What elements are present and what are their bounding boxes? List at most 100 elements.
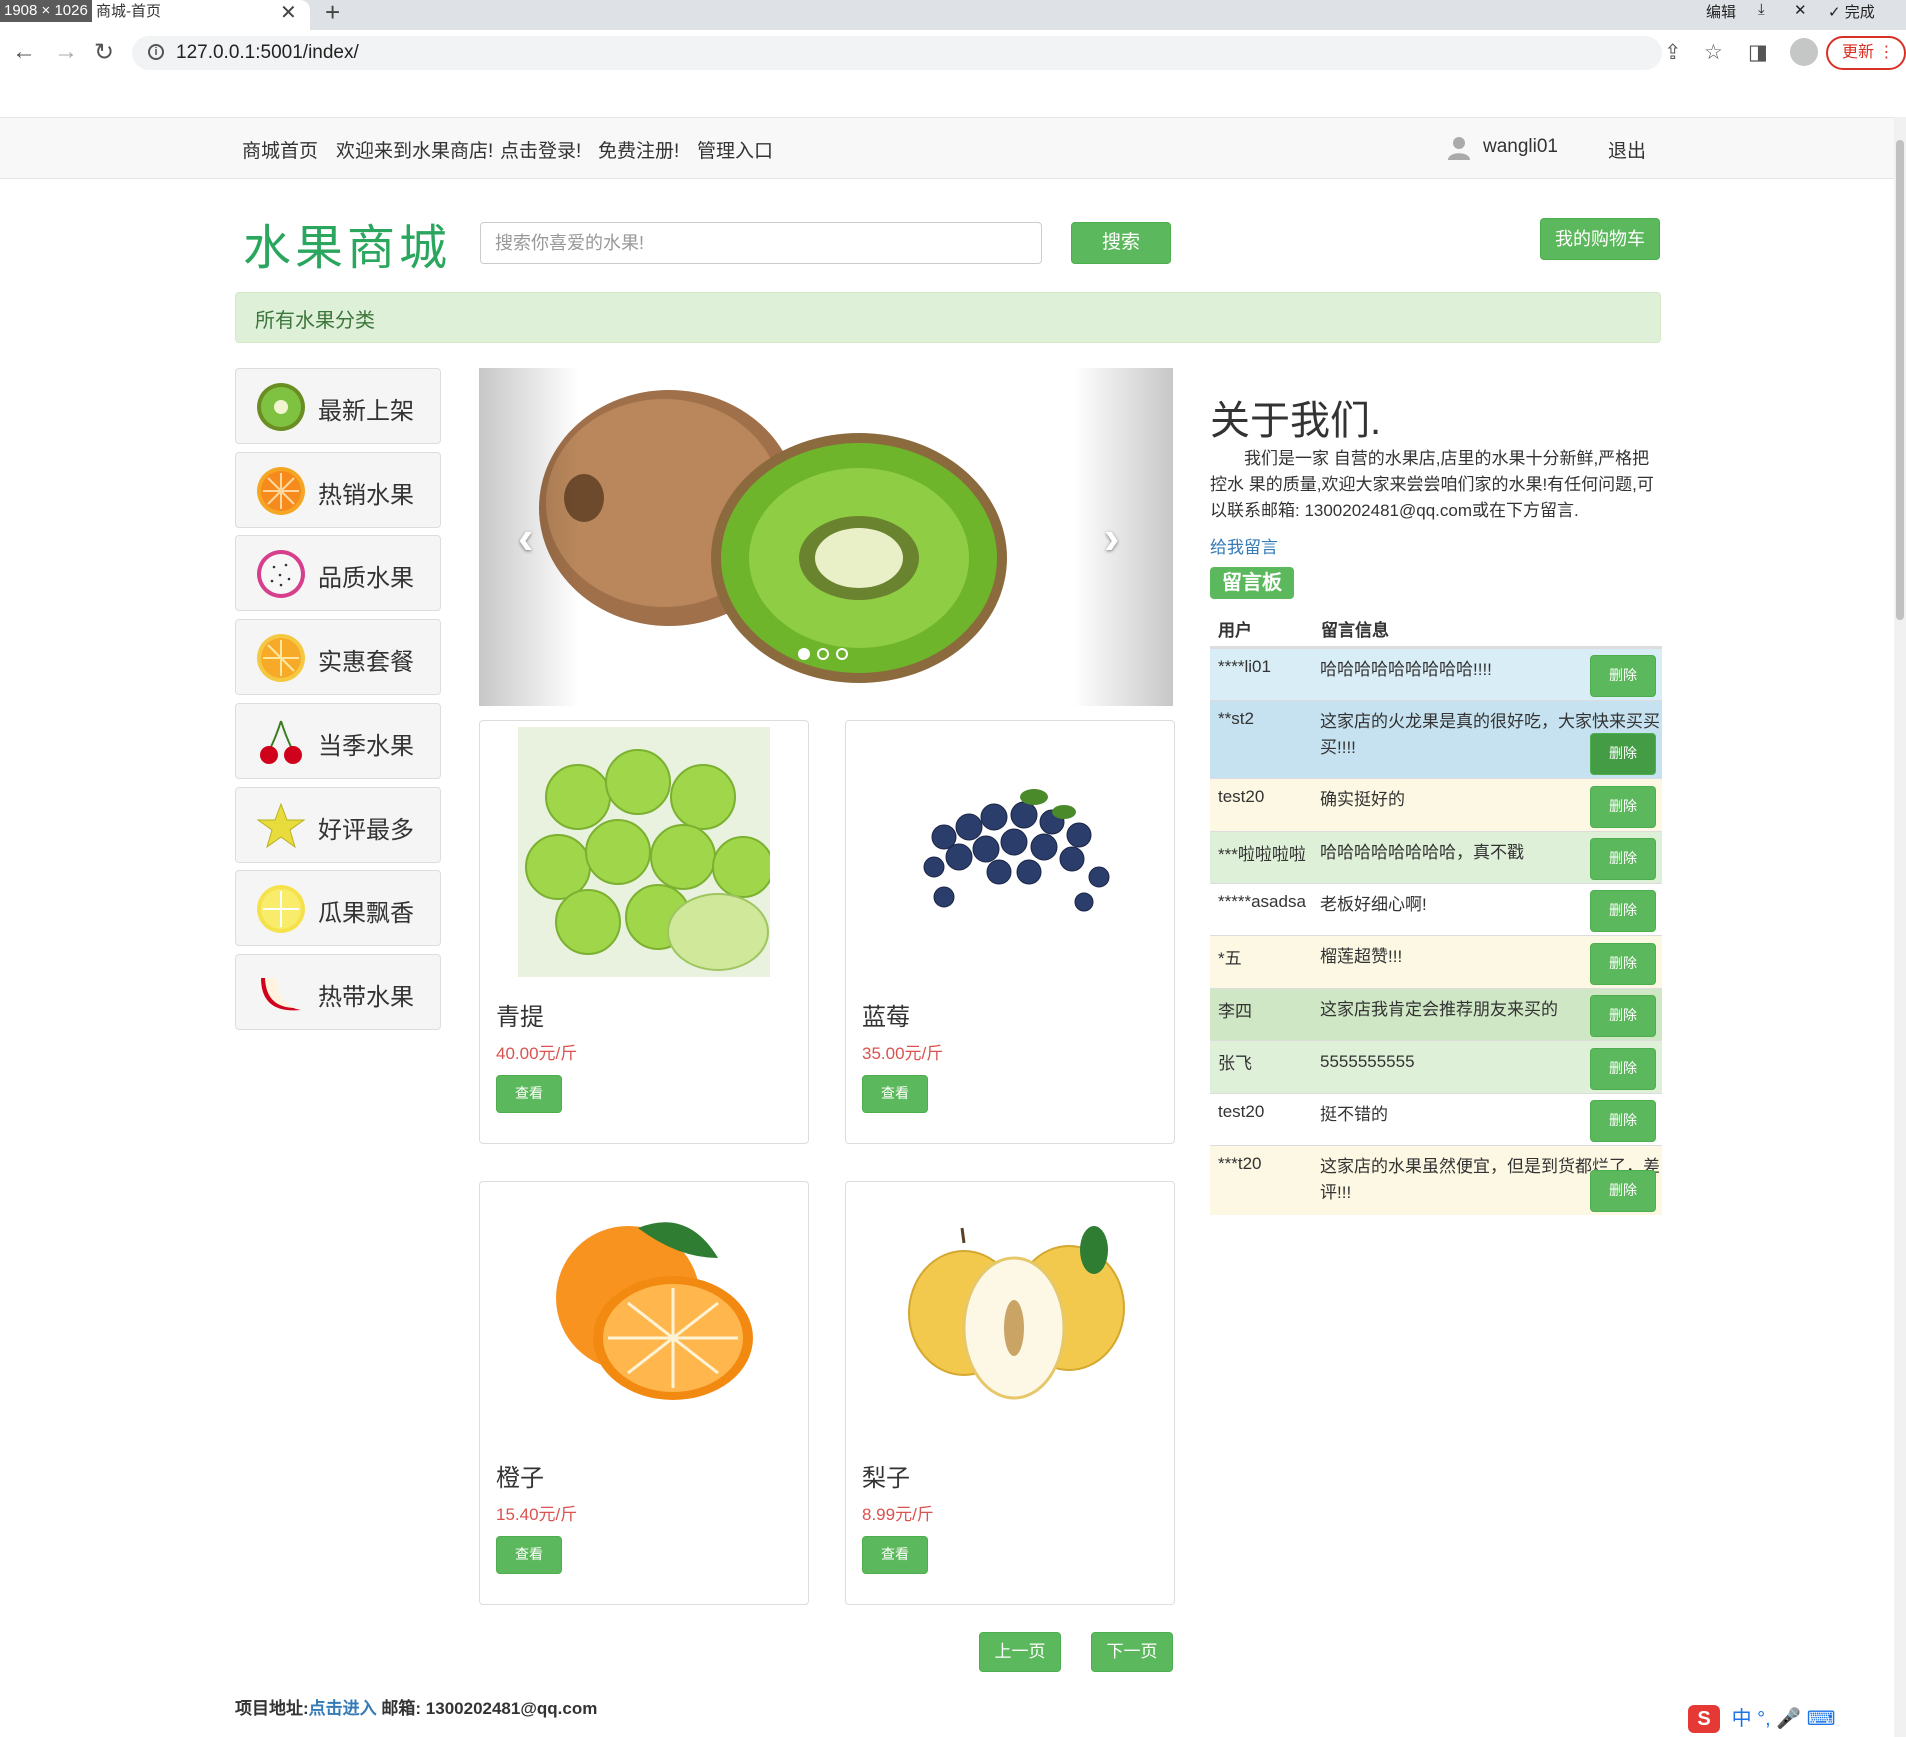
table-row: ****li01 哈哈哈哈哈哈哈哈哈!!!! 删除 bbox=[1210, 648, 1662, 700]
tab-title[interactable]: 商城-首页 bbox=[96, 2, 161, 22]
delete-button[interactable]: 删除 bbox=[1590, 1048, 1656, 1090]
sidebar-item-melon[interactable]: 瓜果飘香 bbox=[235, 870, 441, 946]
table-header-user: 用户 bbox=[1218, 621, 1252, 640]
view-button[interactable]: 查看 bbox=[862, 1075, 928, 1113]
table-row: 李四 这家店我肯定会推荐朋友来买的 删除 bbox=[1210, 988, 1662, 1040]
message-user: ***啦啦啦啦 bbox=[1218, 845, 1306, 864]
site-logo[interactable]: 水果商城 bbox=[243, 208, 451, 278]
message-user: test20 bbox=[1218, 1102, 1265, 1121]
nav-login-link[interactable]: 点击登录! bbox=[500, 136, 581, 163]
footer-project-link[interactable]: 点击进入 bbox=[309, 1699, 377, 1718]
nav-register-link[interactable]: 免费注册! bbox=[598, 136, 679, 163]
carousel-indicator[interactable] bbox=[798, 648, 810, 660]
message-user: test20 bbox=[1218, 787, 1265, 806]
nav-welcome-text: 欢迎来到水果商店! bbox=[336, 141, 494, 162]
product-name: 青提 bbox=[496, 1004, 544, 1031]
username-link[interactable]: wangli01 bbox=[1483, 136, 1558, 158]
green-grape-icon bbox=[518, 727, 770, 977]
carousel-indicator[interactable] bbox=[817, 648, 829, 660]
product-price: 35.00元/斤 bbox=[862, 1044, 944, 1063]
view-button[interactable]: 查看 bbox=[496, 1536, 562, 1574]
chevron-right-icon[interactable]: › bbox=[1104, 510, 1119, 564]
sidebar-item-hot[interactable]: 热销水果 bbox=[235, 452, 441, 528]
view-button[interactable]: 查看 bbox=[862, 1536, 928, 1574]
product-price: 8.99元/斤 bbox=[862, 1505, 934, 1524]
product-name: 蓝莓 bbox=[862, 1004, 910, 1031]
sidebar-item-label: 好评最多 bbox=[318, 817, 414, 844]
update-button[interactable]: 更新 ⋮ bbox=[1826, 36, 1906, 70]
next-page-button[interactable]: 下一页 bbox=[1091, 1632, 1173, 1672]
dimension-badge: 1908 × 1026 bbox=[0, 0, 92, 22]
logout-link[interactable]: 退出 bbox=[1608, 136, 1646, 163]
sogou-icon: S bbox=[1688, 1705, 1720, 1733]
leave-message-link[interactable]: 给我留言 bbox=[1210, 533, 1278, 558]
footer: 项目地址:点击进入 邮箱: 1300202481@qq.com bbox=[235, 1694, 597, 1719]
forward-icon[interactable]: → bbox=[54, 38, 78, 66]
sidebar-item-seasonal[interactable]: 当季水果 bbox=[235, 703, 441, 779]
nav-admin-link[interactable]: 管理入口 bbox=[697, 136, 773, 163]
back-icon[interactable]: ← bbox=[12, 38, 36, 66]
mic-icon: 🎤 bbox=[1776, 1708, 1802, 1730]
delete-button[interactable]: 删除 bbox=[1590, 1100, 1656, 1142]
done-button[interactable]: ✓ 完成 bbox=[1828, 1, 1875, 22]
keyboard-icon: ⌨ bbox=[1806, 1708, 1836, 1730]
view-button[interactable]: 查看 bbox=[496, 1075, 562, 1113]
site-info-icon[interactable]: i bbox=[148, 44, 164, 60]
sidebar-item-label: 品质水果 bbox=[318, 565, 414, 592]
ime-lang: 中 bbox=[1731, 1708, 1752, 1730]
sidebar-item-newest[interactable]: 最新上架 bbox=[235, 368, 441, 444]
sidebar-item-label: 当季水果 bbox=[318, 733, 414, 760]
reload-icon[interactable]: ↻ bbox=[94, 38, 114, 67]
url-text[interactable]: 127.0.0.1:5001/index/ bbox=[176, 42, 359, 64]
delete-button[interactable]: 删除 bbox=[1590, 655, 1656, 697]
side-panel-icon[interactable]: ◨ bbox=[1748, 40, 1768, 65]
ime-toolbar[interactable]: S 中 °, 🎤 ⌨ bbox=[1688, 1702, 1836, 1736]
bookmark-star-icon[interactable]: ☆ bbox=[1704, 40, 1723, 65]
product-price: 40.00元/斤 bbox=[496, 1044, 578, 1063]
delete-button[interactable]: 删除 bbox=[1590, 995, 1656, 1037]
table-row: 张飞 5555555555 删除 bbox=[1210, 1040, 1662, 1093]
sidebar-item-top-rated[interactable]: 好评最多 bbox=[235, 787, 441, 863]
product-card: 蓝莓 35.00元/斤 查看 bbox=[845, 720, 1175, 1144]
search-button[interactable]: 搜索 bbox=[1071, 222, 1171, 264]
scrollbar-thumb[interactable] bbox=[1896, 140, 1904, 620]
edit-button[interactable]: 编辑 bbox=[1706, 1, 1736, 22]
delete-button[interactable]: 删除 bbox=[1590, 1170, 1656, 1212]
delete-button[interactable]: 删除 bbox=[1590, 838, 1656, 880]
message-user: ***t20 bbox=[1218, 1154, 1262, 1173]
starfruit-icon bbox=[256, 802, 306, 849]
table-header-message: 留言信息 bbox=[1321, 621, 1389, 640]
nav-home-link[interactable]: 商城首页 bbox=[242, 136, 318, 163]
profile-avatar-icon[interactable] bbox=[1790, 38, 1818, 66]
delete-button[interactable]: 删除 bbox=[1590, 890, 1656, 932]
omnibox[interactable] bbox=[132, 36, 1662, 70]
table-row: ***t20 这家店的水果虽然便宜，但是到货都烂了，差评!!! 删除 bbox=[1210, 1145, 1662, 1215]
lemon-slice-icon bbox=[257, 885, 305, 933]
apple-slice-icon bbox=[261, 978, 301, 1011]
carousel-indicator[interactable] bbox=[836, 648, 848, 660]
search-input[interactable] bbox=[480, 222, 1042, 264]
message-user: *五 bbox=[1218, 949, 1242, 968]
cart-button[interactable]: 我的购物车 bbox=[1540, 218, 1660, 260]
prev-page-button[interactable]: 上一页 bbox=[979, 1632, 1061, 1672]
product-card: 梨子 8.99元/斤 查看 bbox=[845, 1181, 1175, 1605]
product-name: 梨子 bbox=[862, 1465, 910, 1492]
tab-close-icon[interactable]: ✕ bbox=[280, 0, 297, 25]
message-user: 张飞 bbox=[1218, 1054, 1252, 1073]
close-icon[interactable]: ✕ bbox=[1794, 1, 1807, 19]
lemon-icon bbox=[257, 634, 305, 682]
chevron-left-icon[interactable]: ‹ bbox=[518, 510, 533, 564]
sidebar-item-value[interactable]: 实惠套餐 bbox=[235, 619, 441, 695]
product-card: 橙子 15.40元/斤 查看 bbox=[479, 1181, 809, 1605]
sidebar-item-tropical[interactable]: 热带水果 bbox=[235, 954, 441, 1030]
product-name: 橙子 bbox=[496, 1465, 544, 1492]
carousel-next-control[interactable] bbox=[1073, 368, 1173, 706]
delete-button[interactable]: 删除 bbox=[1590, 733, 1656, 775]
sidebar-item-quality[interactable]: 品质水果 bbox=[235, 535, 441, 611]
user-icon bbox=[1448, 137, 1470, 160]
share-icon[interactable]: ⇪ bbox=[1664, 40, 1682, 65]
delete-button[interactable]: 删除 bbox=[1590, 786, 1656, 828]
delete-button[interactable]: 删除 bbox=[1590, 943, 1656, 985]
new-tab-icon[interactable]: + bbox=[325, 0, 340, 28]
download-icon[interactable]: ⤓ bbox=[1758, 1, 1765, 18]
